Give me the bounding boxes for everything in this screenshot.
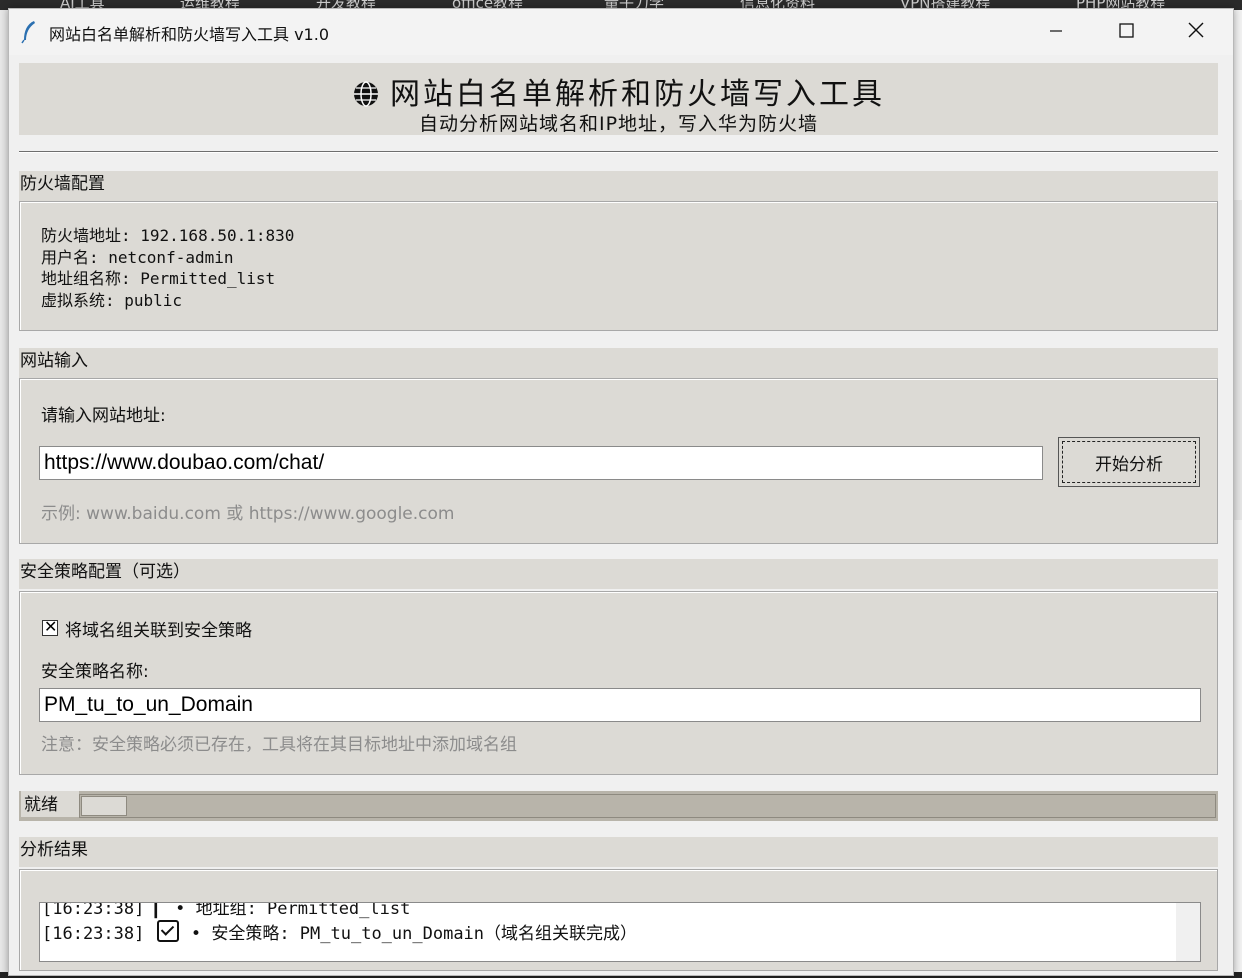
header-subtitle: 自动分析网站域名和IP地址，写入华为防火墙 [418, 113, 819, 135]
check-box-icon [156, 920, 179, 942]
firewall-config-group: 防火墙地址: 192.168.50.1:830 用户名: netconf-adm… [19, 201, 1218, 331]
minimize-button[interactable] [1021, 9, 1091, 53]
header-title-row: 网站白名单解析和防火墙写入工具 [19, 69, 1218, 113]
policy-name-label: 安全策略名称: [41, 662, 149, 682]
log-partial-icon: ▎ [154, 902, 165, 919]
header-panel: 网站白名单解析和防火墙写入工具 自动分析网站域名和IP地址，写入华为防火墙 [19, 63, 1218, 135]
firewall-address-group: 地址组名称: Permitted_list [41, 269, 276, 288]
log-scrollbar[interactable] [1176, 903, 1200, 961]
title-bar[interactable]: 网站白名单解析和防火墙写入工具 v1.0 [9, 9, 1233, 55]
log-line: [16:23:38] • 安全策略: PM_tu_to_un_Domain（域名… [42, 919, 637, 944]
log-text: • 安全策略: PM_tu_to_un_Domain（域名组关联完成） [190, 924, 638, 944]
analyze-button-label: 开始分析 [1095, 455, 1163, 475]
policy-section-label: 安全策略配置（可选） [19, 559, 1218, 589]
app-window: 网站白名单解析和防火墙写入工具 v1.0 网站白名单解析和防火墙写入工具 自动分 [8, 8, 1234, 976]
checkbox-check-icon: ✕ [44, 617, 58, 636]
window-title: 网站白名单解析和防火墙写入工具 v1.0 [49, 25, 330, 44]
url-input[interactable] [39, 446, 1043, 480]
log-line: [16:23:38] ▎ • 地址组: Permitted_list [42, 902, 411, 919]
firewall-section-label: 防火墙配置 [19, 171, 1218, 201]
close-icon [1188, 22, 1204, 38]
log-text: • 地址组: Permitted_list [175, 902, 411, 919]
policy-name-input[interactable] [39, 688, 1201, 722]
status-text: 就绪 [21, 791, 79, 817]
policy-note: 注意：安全策略必须已存在，工具将在其目标地址中添加域名组 [41, 735, 517, 755]
close-button[interactable] [1161, 9, 1231, 53]
feather-icon [21, 21, 35, 44]
progress-indicator [81, 796, 127, 816]
results-section-label: 分析结果 [19, 837, 1218, 867]
firewall-address: 防火墙地址: 192.168.50.1:830 [41, 226, 295, 245]
maximize-button[interactable] [1091, 9, 1161, 53]
maximize-icon [1119, 23, 1134, 38]
website-section-label: 网站输入 [19, 348, 1218, 378]
header-title: 网站白名单解析和防火墙写入工具 [390, 77, 885, 112]
globe-icon [354, 81, 378, 107]
log-time: [16:23:38] [42, 902, 145, 919]
separator [19, 151, 1218, 153]
results-group: [16:23:38] ▎ • 地址组: Permitted_list [16:2… [19, 869, 1218, 971]
url-example-hint: 示例: www.baidu.com 或 https://www.google.c… [41, 504, 455, 524]
policy-config-group: ✕ 将域名组关联到安全策略 安全策略名称: 注意：安全策略必须已存在，工具将在其… [19, 591, 1218, 775]
log-time: [16:23:38] [42, 924, 145, 944]
firewall-vsys: 虚拟系统: public [41, 291, 183, 310]
website-input-group: 请输入网站地址: 开始分析 示例: www.baidu.com 或 https:… [19, 378, 1218, 544]
link-policy-checkbox[interactable]: ✕ [42, 617, 58, 636]
results-log[interactable]: [16:23:38] ▎ • 地址组: Permitted_list [16:2… [39, 902, 1201, 962]
background-left-edge [0, 10, 8, 978]
status-bar: 就绪 [19, 791, 1218, 821]
analyze-button[interactable]: 开始分析 [1058, 437, 1200, 487]
link-policy-checkbox-label[interactable]: 将域名组关联到安全策略 [65, 616, 252, 641]
progress-bar [79, 794, 1216, 818]
minimize-icon [1050, 30, 1062, 32]
client-area: 网站白名单解析和防火墙写入工具 自动分析网站域名和IP地址，写入华为防火墙 防火… [9, 55, 1233, 975]
url-prompt-label: 请输入网站地址: [41, 406, 166, 426]
